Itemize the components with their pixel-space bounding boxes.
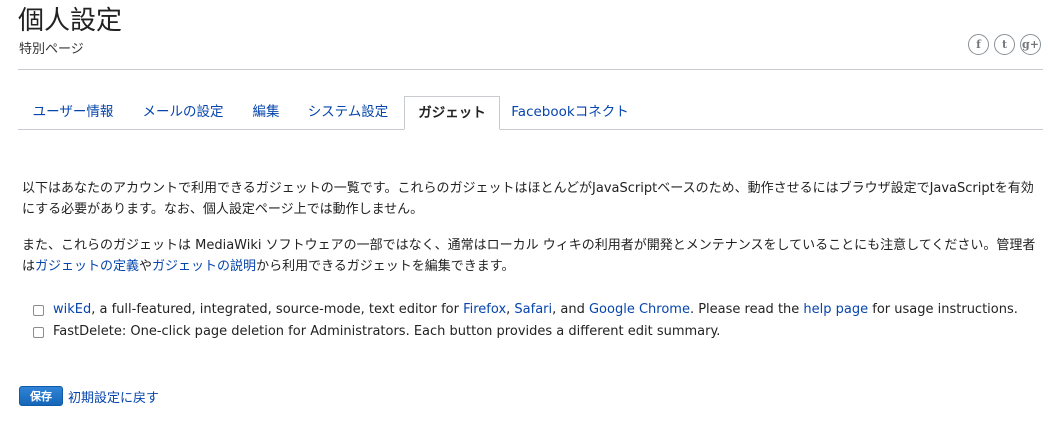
facebook-icon[interactable]: f bbox=[968, 34, 989, 55]
wiked-link[interactable]: wikEd bbox=[53, 302, 91, 317]
tab-gadgets[interactable]: ガジェット bbox=[404, 96, 500, 130]
wiked-description: wikEd, a full-featured, integrated, sour… bbox=[53, 299, 1018, 321]
help-page-link[interactable]: help page bbox=[803, 302, 868, 317]
gadget-definition-link[interactable]: ガジェットの定義 bbox=[35, 259, 139, 274]
page-header: 個人設定 特別ページ f t g+ bbox=[18, 0, 1043, 70]
tab-facebook-connect[interactable]: Facebookコネクト bbox=[503, 96, 637, 129]
form-actions: 保存 初期設定に戻す bbox=[19, 386, 159, 406]
restore-defaults-link[interactable]: 初期設定に戻す bbox=[68, 387, 159, 406]
tab-user-profile[interactable]: ユーザー情報 bbox=[18, 96, 128, 129]
gadget-option-fastdelete: FastDelete: One-click page deletion for … bbox=[32, 321, 1018, 343]
save-button[interactable]: 保存 bbox=[19, 386, 63, 406]
tab-editing[interactable]: 編集 bbox=[240, 96, 292, 129]
fastdelete-description: FastDelete: One-click page deletion for … bbox=[53, 324, 721, 339]
fastdelete-checkbox[interactable] bbox=[33, 326, 44, 338]
wiked-sep-2: , and bbox=[552, 302, 589, 317]
tab-email[interactable]: メールの設定 bbox=[130, 96, 236, 129]
page-title: 個人設定 bbox=[18, 6, 123, 36]
gadget-description-link[interactable]: ガジェットの説明 bbox=[152, 259, 256, 274]
notice-paragraph: また、これらのガジェットは MediaWiki ソフトウェアの一部ではなく、通常… bbox=[22, 235, 1042, 277]
firefox-link[interactable]: Firefox bbox=[463, 302, 506, 317]
twitter-icon[interactable]: t bbox=[994, 34, 1015, 55]
social-buttons: f t g+ bbox=[968, 34, 1041, 55]
wiked-checkbox[interactable] bbox=[33, 304, 44, 316]
google-chrome-link[interactable]: Google Chrome bbox=[589, 302, 690, 317]
preferences-tabs: ユーザー情報 メールの設定 編集 システム設定 ガジェット Facebookコネ… bbox=[18, 96, 1043, 130]
tab-system-settings[interactable]: システム設定 bbox=[295, 96, 401, 129]
intro-paragraph: 以下はあなたのアカウントで利用できるガジェットの一覧です。これらのガジェットはほ… bbox=[22, 181, 1034, 217]
notice-text-end: から利用できるガジェットを編集できます。 bbox=[256, 259, 515, 274]
gadgets-description: 以下はあなたのアカウントで利用できるガジェットの一覧です。これらのガジェットはほ… bbox=[22, 178, 1042, 277]
safari-link[interactable]: Safari bbox=[514, 302, 552, 317]
wiked-text-1: , a full-featured, integrated, source-mo… bbox=[91, 302, 464, 317]
page-subtitle: 特別ページ bbox=[19, 42, 84, 57]
gadget-options: wikEd, a full-featured, integrated, sour… bbox=[32, 299, 1018, 343]
wiked-text-3: for usage instructions. bbox=[868, 302, 1018, 317]
gadget-option-wiked: wikEd, a full-featured, integrated, sour… bbox=[32, 299, 1018, 321]
google-plus-icon[interactable]: g+ bbox=[1020, 34, 1041, 55]
wiked-text-2: . Please read the bbox=[689, 302, 804, 317]
notice-text-mid: や bbox=[139, 259, 153, 274]
